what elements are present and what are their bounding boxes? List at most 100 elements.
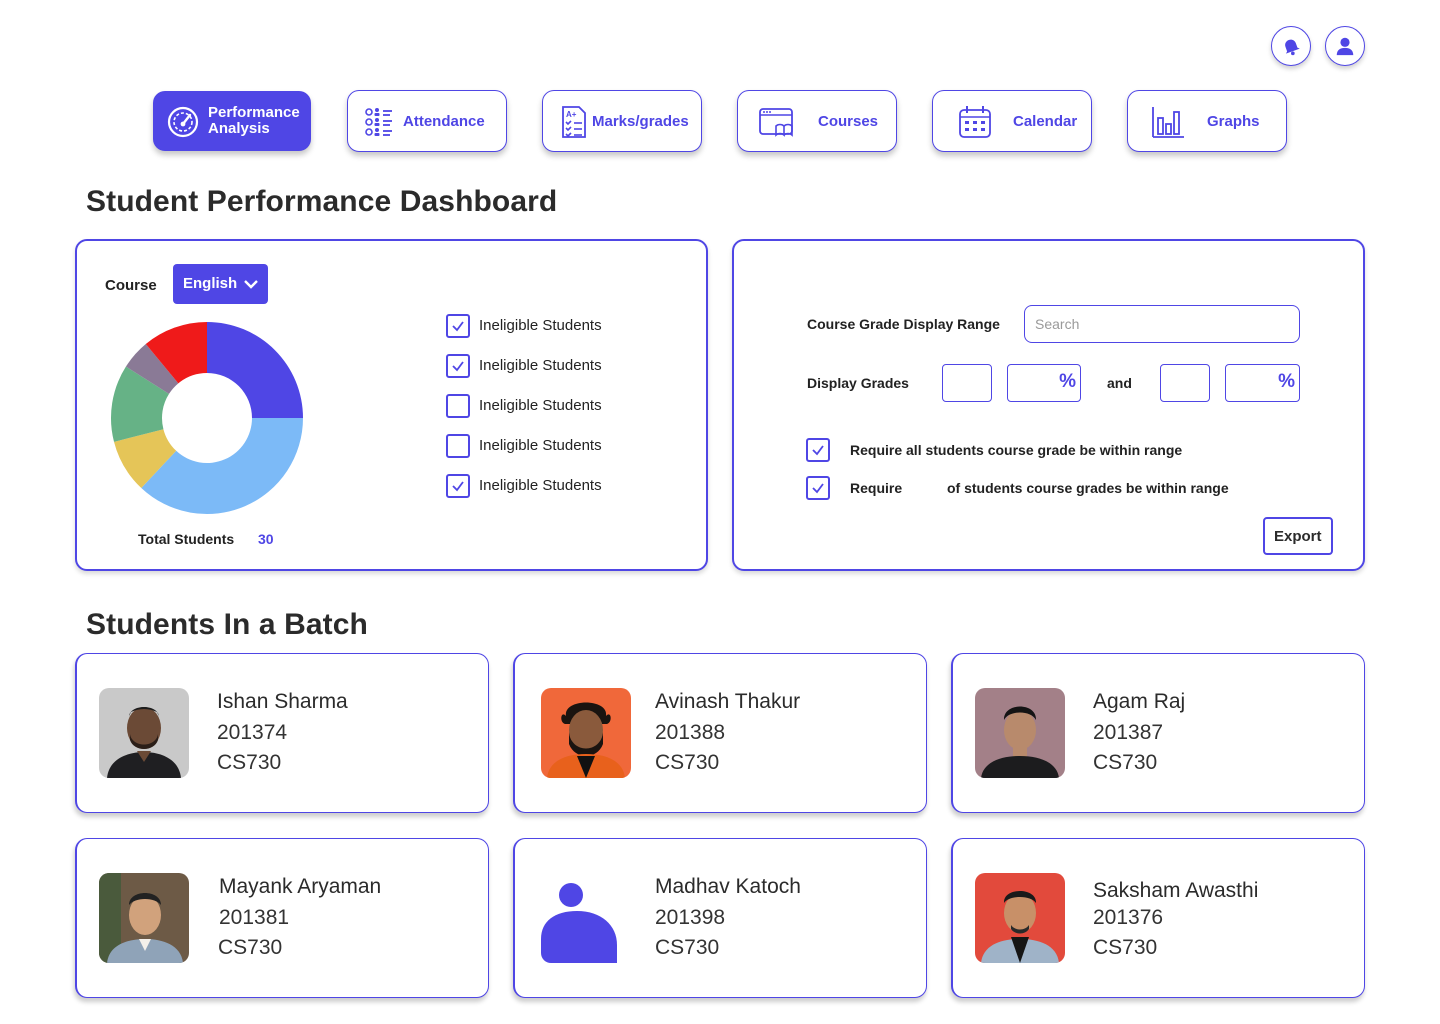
course-select-value: English [183, 275, 238, 292]
filter-label: Ineligible Students [479, 397, 602, 414]
donut-slice-0 [207, 322, 303, 418]
total-students-value: 30 [258, 531, 274, 547]
course-book-icon [759, 108, 793, 137]
student-id: 201381 [219, 906, 290, 929]
nav-label: Marks/grades [592, 113, 689, 130]
grade-max-input[interactable] [1160, 364, 1210, 402]
nav-label: Courses [818, 113, 879, 130]
course-overview-panel: Course English Total Students 30 Ineligi… [75, 239, 708, 571]
nav-attendance[interactable]: Attendance [347, 90, 507, 152]
student-id: 201374 [217, 721, 288, 744]
filter-label: Ineligible Students [479, 317, 602, 334]
student-course: CS730 [1093, 936, 1158, 959]
checkmark-icon [452, 361, 464, 372]
require-suffix-label: of students course grades be within rang… [947, 480, 1229, 496]
nav-marks-grades[interactable]: A+ Marks/grades [542, 90, 702, 152]
filter-checkbox[interactable] [446, 354, 470, 378]
filter-checkbox[interactable] [446, 314, 470, 338]
student-name: Saksham Awasthi [1093, 879, 1259, 902]
checkmark-icon [812, 483, 824, 494]
percent-min-input[interactable]: % [1007, 364, 1081, 402]
grade-range-panel: Course Grade Display Range Search Displa… [732, 239, 1365, 571]
nav-performance-analysis[interactable]: Performance Analysis [153, 91, 311, 151]
require-label: Require [850, 480, 903, 496]
student-name: Mayank Aryaman [219, 875, 382, 898]
and-label: and [1107, 375, 1132, 391]
student-course: CS730 [655, 751, 720, 774]
course-label: Course [105, 277, 157, 294]
nav-label-line1: Performance [208, 104, 300, 121]
svg-text:A+: A+ [566, 110, 577, 119]
student-card[interactable]: Mayank Aryaman 201381 CS730 [75, 838, 489, 998]
student-course: CS730 [1093, 751, 1158, 774]
require-percent-checkbox[interactable] [806, 476, 830, 500]
percent-max-input[interactable]: % [1225, 364, 1300, 402]
nav-label-line2: Analysis [208, 120, 270, 137]
checkmark-icon [812, 445, 824, 456]
student-course: CS730 [218, 936, 283, 959]
student-card[interactable]: Agam Raj 201387 CS730 [951, 653, 1365, 813]
student-name: Ishan Sharma [217, 690, 348, 713]
export-label: Export [1274, 528, 1322, 545]
student-photo [541, 688, 631, 778]
avatar-placeholder-icon [541, 883, 617, 963]
bell-icon [1285, 39, 1300, 56]
speedometer-icon [167, 106, 199, 138]
nav-label: Calendar [1013, 113, 1078, 130]
nav-calendar[interactable]: Calendar [932, 90, 1092, 152]
nav-label: Attendance [403, 113, 485, 130]
nav-courses[interactable]: Courses [737, 90, 897, 152]
filter-label: Ineligible Students [479, 437, 602, 454]
course-select[interactable]: English [173, 264, 268, 304]
export-button[interactable]: Export [1263, 517, 1333, 555]
checkmark-icon [452, 321, 464, 332]
student-card[interactable]: Madhav Katoch 201398 CS730 [513, 838, 927, 998]
student-card[interactable]: Saksham Awasthi 201376 CS730 [951, 838, 1365, 998]
range-search-field[interactable]: Search [1024, 305, 1300, 343]
student-name: Avinash Thakur [655, 690, 801, 713]
percent-symbol: % [1278, 371, 1295, 392]
profile-button[interactable] [1325, 26, 1365, 66]
display-grades-label: Display Grades [807, 375, 909, 391]
search-placeholder: Search [1035, 316, 1080, 332]
filter-checkbox[interactable] [446, 434, 470, 458]
student-photo [99, 873, 189, 963]
student-card[interactable]: Avinash Thakur 201388 CS730 [513, 653, 927, 813]
student-photo [99, 688, 189, 778]
donut-slice-1 [141, 418, 303, 514]
student-photo [975, 873, 1065, 963]
page-title: Student Performance Dashboard [86, 185, 558, 218]
checkmark-icon [452, 481, 464, 492]
student-name: Agam Raj [1093, 690, 1186, 713]
nav-graphs[interactable]: Graphs [1127, 90, 1287, 152]
require-all-checkbox[interactable] [806, 438, 830, 462]
student-id: 201376 [1093, 906, 1164, 929]
student-name: Madhav Katoch [655, 875, 801, 898]
chevron-down-icon [244, 280, 258, 289]
range-label: Course Grade Display Range [807, 316, 1000, 332]
student-course: CS730 [655, 936, 720, 959]
total-students-label: Total Students [138, 531, 235, 547]
filter-checkbox[interactable] [446, 474, 470, 498]
student-id: 201387 [1093, 721, 1164, 744]
student-photo [975, 688, 1065, 778]
notification-button[interactable] [1271, 26, 1311, 66]
checklist-icon [365, 108, 392, 136]
filter-label: Ineligible Students [479, 357, 602, 374]
student-card[interactable]: Ishan Sharma 201374 CS730 [75, 653, 489, 813]
filter-label: Ineligible Students [479, 477, 602, 494]
nav-label: Graphs [1207, 113, 1260, 130]
calendar-icon [959, 106, 991, 138]
bar-graph-icon [1152, 107, 1184, 138]
require-all-label: Require all students course grade be wit… [850, 442, 1183, 458]
percent-symbol: % [1059, 371, 1076, 392]
student-id: 201388 [655, 721, 726, 744]
student-id: 201398 [655, 906, 726, 929]
filter-checkbox[interactable] [446, 394, 470, 418]
course-distribution-donut-chart [110, 322, 303, 514]
grades-document-icon: A+ [562, 106, 586, 138]
batch-title: Students In a Batch [86, 608, 368, 641]
grade-min-input[interactable] [942, 364, 992, 402]
student-course: CS730 [217, 751, 282, 774]
user-icon [1336, 37, 1354, 56]
